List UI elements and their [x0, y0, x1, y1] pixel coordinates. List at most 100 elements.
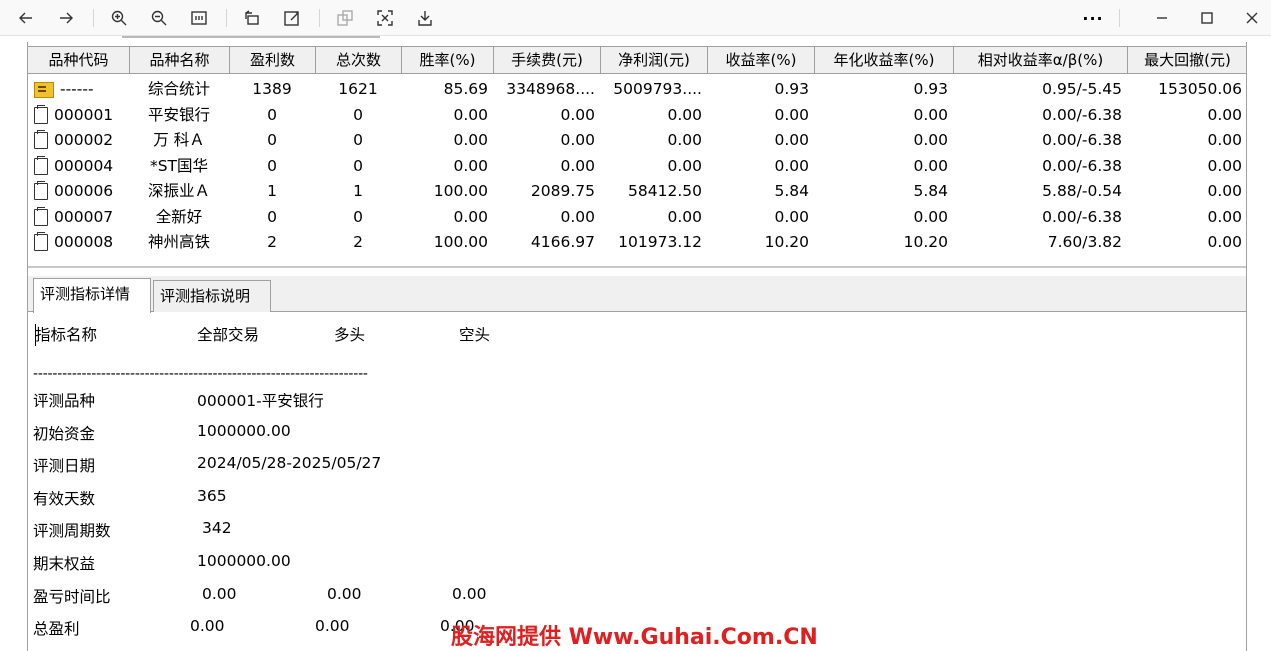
cell-annual-return: 0.00 [913, 156, 948, 175]
header-col-annual-return[interactable]: 年化收益率(%) [815, 47, 954, 73]
cell-alpha-beta: 0.00/-6.38 [1042, 105, 1122, 124]
cell-max-drawdown: 153050.06 [1158, 80, 1242, 98]
cell-code: 000002 [28, 128, 130, 154]
cell-code: 000004 [28, 154, 130, 180]
cell-total: 0 [353, 156, 363, 175]
header-col-win-rate[interactable]: 胜率(%) [402, 47, 494, 73]
cell-total: 1621 [338, 80, 378, 98]
cell-annual-return: 0.00 [913, 131, 948, 149]
cell-total: 0 [353, 207, 363, 226]
table-row[interactable]: 000006 深振业Ａ 1 1 100.00 2089.75 58412.50 5.84 5.8… [28, 179, 1246, 205]
cell-annual-return: 10.20 [903, 233, 948, 251]
rotate-icon[interactable] [238, 4, 266, 32]
save-icon[interactable] [411, 4, 439, 32]
header-col-fee[interactable]: 手续费(元) [494, 47, 601, 73]
cell-code-text: ------ [60, 80, 94, 98]
cell-annual-return: 0.00 [913, 105, 948, 124]
cell-return: 5.84 [774, 182, 809, 200]
tab-metric-details[interactable]: 评测指标详情 [33, 278, 151, 313]
detail-header-short: 空头 [459, 326, 491, 344]
cell-code: 000001 [28, 103, 130, 129]
detail-label: 期末权益 [33, 555, 96, 573]
table-row[interactable]: 000001 平安银行 0 0 0.00 0.00 0.00 0.00 0.00 0.00/-6.… [28, 103, 1246, 129]
detail-value-all: 1000000.00 [197, 552, 291, 570]
cell-max-drawdown: 0.00 [1207, 207, 1242, 226]
header-col-max-drawdown[interactable]: 最大回撤(元) [1128, 47, 1246, 73]
tab-bar: 评测指标详情 评测指标说明 [28, 276, 1246, 313]
crop-icon[interactable] [371, 4, 399, 32]
cell-alpha-beta: 0.00/-6.38 [1042, 156, 1122, 175]
cell-fee: 2089.75 [530, 182, 595, 200]
toolbar-separator [226, 9, 227, 27]
detail-header-all: 全部交易 [197, 326, 260, 344]
cell-total: 0 [353, 105, 363, 124]
cell-annual-return: 0.00 [913, 207, 948, 226]
table-row-partial [28, 256, 1246, 262]
tab-label: 评测指标详情 [40, 285, 131, 303]
zoom-out-icon[interactable] [145, 4, 173, 32]
table-row[interactable]: 000002 万 科Ａ 0 0 0.00 0.00 0.00 0.00 0.00 0.00/-6.… [28, 128, 1246, 154]
header-col-total[interactable]: 总次数 [316, 47, 402, 73]
header-col-alpha-beta[interactable]: 相对收益率α/β(%) [954, 47, 1128, 73]
cell-win-rate: 100.00 [433, 182, 488, 200]
forward-icon[interactable] [52, 4, 80, 32]
cell-win-rate: 0.00 [453, 207, 488, 226]
summary-icon [34, 81, 54, 98]
cell-return: 0.00 [774, 105, 809, 124]
minimize-icon[interactable] [1148, 4, 1176, 32]
tab-metric-description[interactable]: 评测指标说明 [153, 280, 271, 312]
metric-detail-text[interactable]: 指标名称 全部交易 多头 空头 ------------------------… [32, 314, 1242, 651]
detail-label: 评测品种 [33, 392, 96, 410]
cell-max-drawdown: 0.00 [1207, 105, 1242, 124]
detail-value-long: 0.00 [327, 584, 362, 603]
table-row[interactable]: ------ 综合统计 1389 1621 85.69 3348968.... 500979… [28, 77, 1246, 103]
close-icon[interactable] [1238, 4, 1266, 32]
cell-wins: 0 [267, 105, 277, 124]
cell-profit: 58412.50 [628, 182, 702, 200]
header-col-name[interactable]: 品种名称 [130, 47, 230, 73]
detail-label: 总盈利 [33, 620, 80, 639]
back-icon[interactable] [12, 4, 40, 32]
cell-name: *ST国华 [149, 156, 209, 175]
detail-label: 盈亏时间比 [33, 587, 111, 606]
edit-icon[interactable] [278, 4, 306, 32]
maximize-icon[interactable] [1193, 4, 1221, 32]
tab-label: 评测指标说明 [160, 287, 251, 305]
cell-code-text: 000004 [54, 156, 114, 175]
zoom-in-icon[interactable] [105, 4, 133, 32]
cell-code: ------ [28, 77, 130, 103]
detail-value-all: 365 [197, 486, 227, 505]
cell-name: 万 科Ａ [153, 131, 205, 149]
cell-code-text: 000006 [54, 182, 114, 200]
table-row[interactable]: 000004 *ST国华 0 0 0.00 0.00 0.00 0.00 0.00 0.00/-6… [28, 154, 1246, 180]
cell-wins: 0 [267, 131, 277, 149]
detail-header-long: 多头 [334, 326, 366, 344]
detail-label: 评测日期 [33, 457, 96, 476]
header-col-wins[interactable]: 盈利数 [230, 47, 316, 73]
header-col-return[interactable]: 收益率(%) [708, 47, 815, 73]
cell-win-rate: 85.69 [443, 80, 488, 98]
cell-code-text: 000008 [54, 233, 114, 251]
cell-wins: 0 [267, 207, 277, 226]
cell-profit: 0.00 [667, 156, 702, 175]
table-row[interactable]: 000008 神州高铁 2 2 100.00 4166.97 101973.12 10.20 1… [28, 230, 1246, 256]
cell-max-drawdown: 0.00 [1207, 131, 1242, 149]
detail-value-all: 000001-平安银行 [197, 392, 324, 410]
cell-wins: 1389 [252, 80, 292, 98]
document-icon [34, 130, 48, 150]
cell-name: 全新好 [155, 207, 203, 226]
more-icon[interactable]: ··· [1079, 4, 1107, 32]
cell-fee: 3348968.... [506, 80, 595, 98]
fit-width-icon[interactable] [185, 4, 213, 32]
detail-label: 初始资金 [33, 424, 96, 443]
cell-alpha-beta: 5.88/-0.54 [1042, 182, 1122, 200]
grid-header: 品种代码 品种名称 盈利数 总次数 胜率(%) 手续费(元) 净利润(元) 收益率(%) 年化收… [28, 46, 1246, 74]
header-col-code[interactable]: 品种代码 [28, 47, 130, 73]
header-col-profit[interactable]: 净利润(元) [601, 47, 708, 73]
table-row[interactable]: 000007 全新好 0 0 0.00 0.00 0.00 0.00 0.00 0.00/-6.3… [28, 205, 1246, 231]
cell-alpha-beta: 7.60/3.82 [1047, 233, 1122, 251]
cell-return: 0.93 [774, 80, 809, 98]
cell-name: 平安银行 [147, 105, 210, 124]
copy-image-icon[interactable] [331, 4, 359, 32]
cell-return: 0.00 [774, 131, 809, 149]
